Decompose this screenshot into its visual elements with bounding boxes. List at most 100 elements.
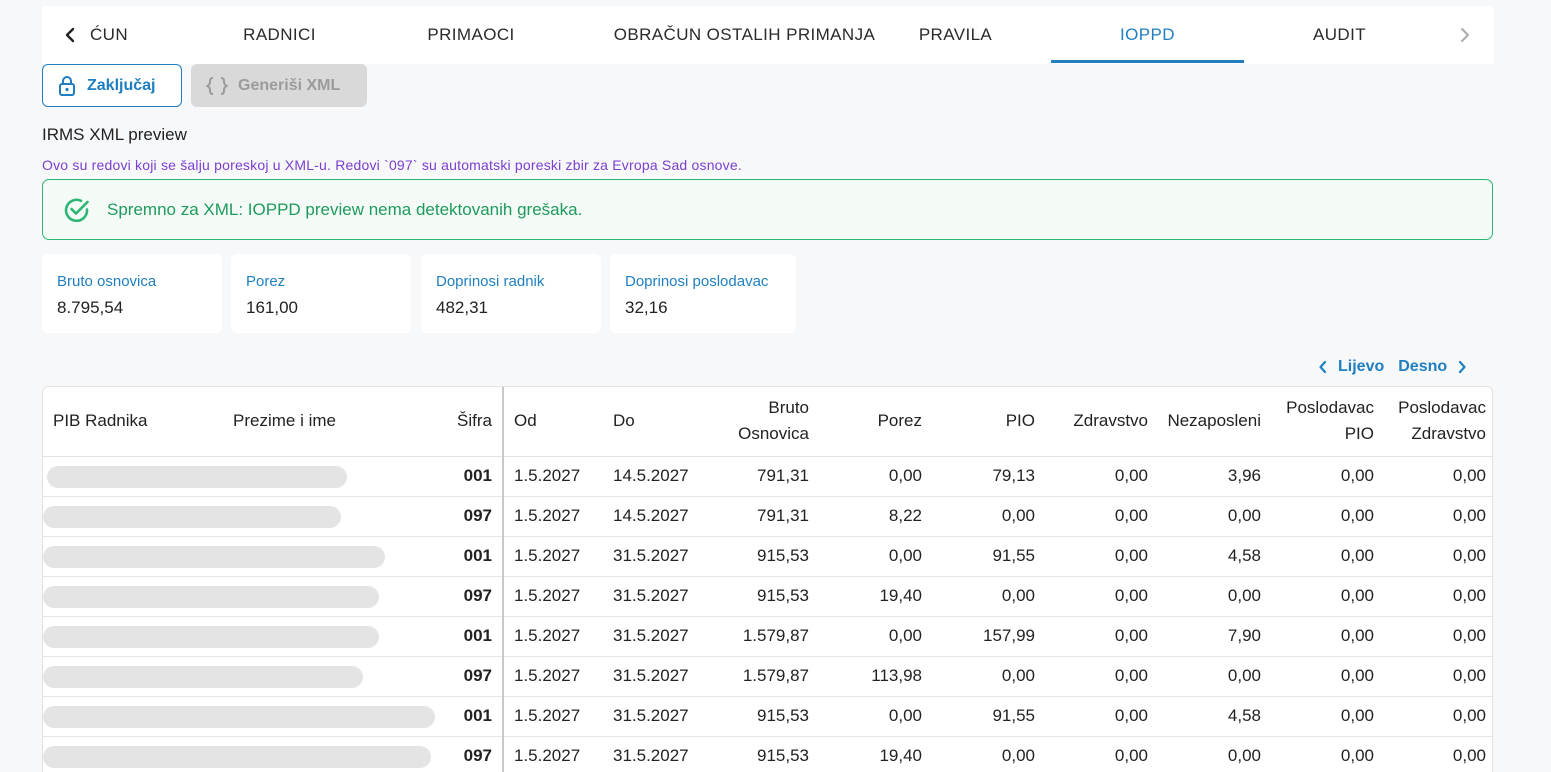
table-body: 001 1.5.2027 14.5.2027 791,31 0,00 79,13 0,00 3… — [43, 456, 1492, 772]
tabs-next-button[interactable] — [1445, 6, 1485, 64]
table-header-row: PIB Radnika Prezime i ime Šifra Od Do Br… — [43, 387, 1492, 457]
summary-card-label: Porez — [246, 273, 286, 290]
cell-from: 1.5.2027 — [503, 736, 603, 772]
redaction-blur — [43, 745, 431, 768]
summary-card-bruto-osnovica: Bruto osnovica 8.795,54 — [42, 254, 222, 333]
cell-unemployed: 0,00 — [1158, 736, 1271, 772]
cell-tax: 0,00 — [819, 616, 932, 657]
cell-to: 31.5.2027 — [603, 576, 703, 617]
scroll-right-button[interactable]: Desno — [1398, 358, 1467, 376]
cell-unemployed: 0,00 — [1158, 576, 1271, 617]
ioppd-table: PIB Radnika Prezime i ime Šifra Od Do Br… — [42, 386, 1493, 772]
cell-to: 14.5.2027 — [603, 496, 703, 537]
table-row[interactable]: 001 1.5.2027 31.5.2027 915,53 0,00 91,55 0,00 4… — [43, 696, 1492, 737]
tab-bar: ĆUN RADNICI PRIMAOCI OBRAČUN OSTALIH PRI… — [42, 6, 1493, 64]
cell-employer-pio: 0,00 — [1271, 496, 1384, 537]
cell-tax: 19,40 — [819, 736, 932, 772]
table-row[interactable]: 097 1.5.2027 31.5.2027 915,53 19,40 0,00 0,00 0… — [43, 736, 1492, 772]
table-row[interactable]: 001 1.5.2027 31.5.2027 1.579,87 0,00 157,99 0,… — [43, 616, 1492, 657]
header-pio[interactable]: PIO — [932, 387, 1045, 457]
cell-tax: 0,00 — [819, 696, 932, 737]
cell-from: 1.5.2027 — [503, 456, 603, 497]
cell-to: 31.5.2027 — [603, 736, 703, 772]
redacted-identity-cell — [43, 576, 423, 617]
cell-pio: 91,55 — [932, 696, 1045, 737]
summary-card-value: 482,31 — [436, 298, 488, 317]
header-health[interactable]: Zdravstvo — [1045, 387, 1158, 457]
tab-obracun-ostalih-primanja[interactable]: OBRAČUN OSTALIH PRIMANJA — [562, 6, 927, 64]
cell-code: 097 — [423, 496, 504, 537]
cell-health: 0,00 — [1045, 496, 1158, 537]
cell-gross: 915,53 — [703, 736, 819, 772]
cell-health: 0,00 — [1045, 456, 1158, 497]
header-employer-pio[interactable]: Poslodavac PIO — [1271, 387, 1384, 457]
header-employer-health-line2: Zdravstvo — [1411, 424, 1486, 444]
cell-tax: 19,40 — [819, 576, 932, 617]
redaction-blur — [43, 505, 341, 528]
table-row[interactable]: 097 1.5.2027 14.5.2027 791,31 8,22 0,00 0,00 0,… — [43, 496, 1492, 537]
cell-health: 0,00 — [1045, 656, 1158, 697]
tab-ioppd[interactable]: IOPPD — [1051, 6, 1244, 64]
cell-health: 0,00 — [1045, 736, 1158, 772]
header-tax[interactable]: Porez — [819, 387, 932, 457]
lock-button[interactable]: Zaključaj — [42, 64, 182, 107]
cell-code: 097 — [423, 576, 504, 617]
cell-employer-health: 0,00 — [1384, 616, 1492, 657]
redacted-identity-cell — [43, 496, 423, 537]
check-circle-icon — [64, 198, 89, 222]
redaction-blur — [43, 585, 379, 608]
table-row[interactable]: 001 1.5.2027 31.5.2027 915,53 0,00 91,55 0,00 4… — [43, 536, 1492, 577]
redacted-identity-cell — [43, 736, 431, 772]
header-name[interactable]: Prezime i ime — [223, 387, 423, 457]
section-title: IRMS XML preview — [42, 125, 187, 144]
cell-gross: 791,31 — [703, 496, 819, 537]
header-unemployed[interactable]: Nezaposleni — [1158, 387, 1271, 457]
table-row[interactable]: 097 1.5.2027 31.5.2027 915,53 19,40 0,00 0,00 0… — [43, 576, 1492, 617]
header-code[interactable]: Šifra — [423, 387, 504, 457]
tabs-prev-button[interactable] — [50, 6, 90, 64]
header-gross[interactable]: Bruto Osnovica — [703, 387, 819, 457]
cell-health: 0,00 — [1045, 576, 1158, 617]
summary-card-value: 161,00 — [246, 298, 298, 317]
tab-obracun[interactable]: ĆUN — [90, 6, 138, 64]
cell-to: 31.5.2027 — [603, 696, 703, 737]
cell-gross: 1.579,87 — [703, 616, 819, 657]
redaction-blur — [43, 625, 379, 648]
cell-tax: 0,00 — [819, 456, 932, 497]
lock-icon — [59, 75, 75, 96]
cell-pio: 157,99 — [932, 616, 1045, 657]
table-row[interactable]: 001 1.5.2027 14.5.2027 791,31 0,00 79,13 0,00 3… — [43, 456, 1492, 497]
header-from[interactable]: Od — [503, 387, 603, 457]
summary-card-label: Doprinosi poslodavac — [625, 273, 769, 290]
tab-pravila[interactable]: PRAVILA — [887, 6, 1024, 64]
cell-to: 14.5.2027 — [603, 456, 703, 497]
redaction-blur — [43, 705, 435, 728]
redacted-identity-cell — [43, 456, 423, 497]
tab-radnici[interactable]: RADNICI — [202, 6, 357, 64]
cell-from: 1.5.2027 — [503, 496, 603, 537]
cell-from: 1.5.2027 — [503, 656, 603, 697]
header-pib[interactable]: PIB Radnika — [43, 387, 223, 457]
cell-unemployed: 7,90 — [1158, 616, 1271, 657]
cell-pio: 0,00 — [932, 656, 1045, 697]
cell-code: 001 — [423, 696, 504, 737]
cell-to: 31.5.2027 — [603, 616, 703, 657]
header-to[interactable]: Do — [603, 387, 703, 457]
cell-employer-health: 0,00 — [1384, 736, 1492, 772]
redaction-blur — [47, 465, 347, 488]
cell-employer-health: 0,00 — [1384, 696, 1492, 737]
cell-unemployed: 0,00 — [1158, 656, 1271, 697]
cell-pio: 0,00 — [932, 576, 1045, 617]
generate-xml-button[interactable]: Generiši XML — [191, 64, 367, 107]
tab-primaoci[interactable]: PRIMAOCI — [387, 6, 555, 64]
cell-employer-health: 0,00 — [1384, 496, 1492, 537]
tab-audit[interactable]: AUDIT — [1252, 6, 1427, 64]
header-employer-health[interactable]: Poslodavac Zdravstvo — [1384, 387, 1492, 457]
summary-card-label: Doprinosi radnik — [436, 273, 545, 290]
cell-employer-health: 0,00 — [1384, 656, 1492, 697]
scroll-left-button[interactable]: Lijevo — [1318, 358, 1384, 376]
table-row[interactable]: 097 1.5.2027 31.5.2027 1.579,87 113,98 0,00 0,… — [43, 656, 1492, 697]
cell-from: 1.5.2027 — [503, 616, 603, 657]
cell-pio: 0,00 — [932, 736, 1045, 772]
summary-card-value: 8.795,54 — [57, 298, 124, 317]
